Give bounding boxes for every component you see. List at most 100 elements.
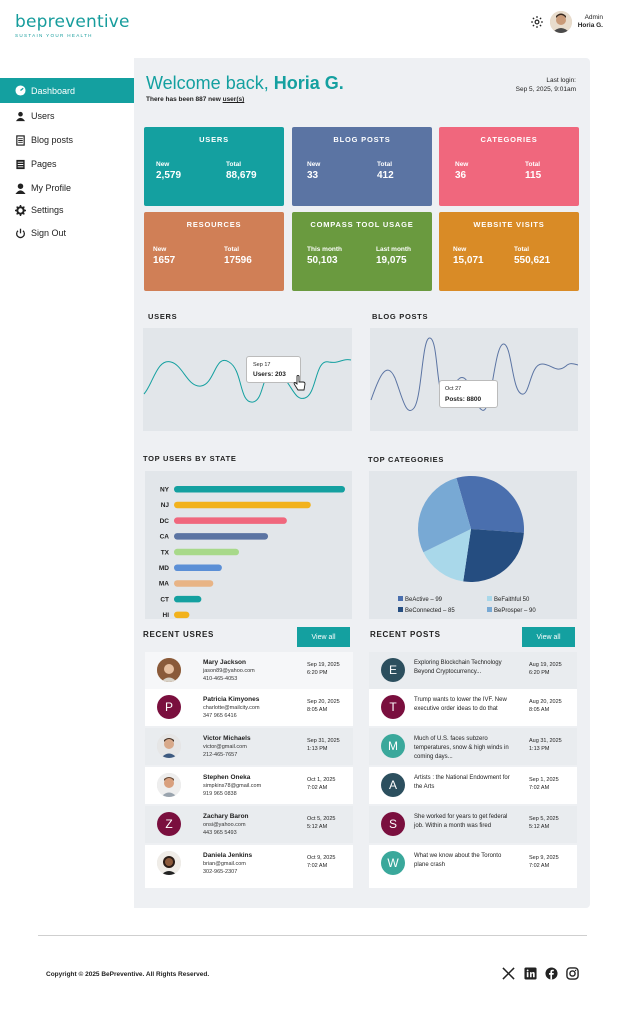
user-email: brian@gmail.com — [203, 861, 246, 867]
list-item[interactable]: P Patricia Kimyones charlotte@mailcity.c… — [145, 689, 353, 726]
list-item[interactable]: M Much of U.S. faces subzero temperature… — [369, 728, 577, 765]
sidebar-item-users[interactable]: Users — [0, 104, 134, 128]
blog-icon — [15, 134, 26, 146]
user-name: Patricia Kimyones — [203, 696, 260, 703]
sidebar-item-label: My Profile — [31, 183, 72, 193]
stat-card-compass-tool-usage[interactable]: COMPASS TOOL USAGE This month 50,103 Las… — [292, 212, 432, 291]
user-date: Oct 5, 2025 — [307, 816, 336, 822]
instagram-icon[interactable] — [566, 967, 579, 980]
avatar-photo — [157, 773, 181, 797]
gear-icon[interactable] — [530, 15, 544, 29]
facebook-icon[interactable] — [545, 967, 558, 980]
new-users-link[interactable]: user(s) — [223, 96, 245, 103]
user-email: jason89@yahoo.com — [203, 668, 255, 674]
list-item[interactable]: Victor Michaels victor@gmail.com 212-465… — [145, 728, 353, 765]
list-item[interactable]: W What we know about the Toronto plane c… — [369, 845, 577, 888]
categories-pie-svg: BeActive – 99 BeFaithful 50 BeConnected – … — [398, 475, 536, 614]
stat-value: 50,103 — [307, 255, 338, 266]
list-item[interactable]: S She worked for years to get federal jo… — [369, 806, 577, 843]
legend-swatch — [398, 607, 403, 612]
brand-logo[interactable]: bepreventive SUSTAIN YOUR HEALTH — [15, 12, 130, 38]
bar-label: MA — [159, 581, 169, 588]
footer-divider — [38, 935, 587, 936]
user-phone: 302-965-2307 — [203, 869, 238, 875]
bar-label: NY — [160, 487, 170, 494]
list-item[interactable]: E Exploring Blockchain Technology Beyond… — [369, 652, 577, 689]
list-item[interactable]: Mary Jackson jason89@yahoo.com 410-465-4… — [145, 652, 353, 689]
categories-chart[interactable]: BeActive – 99 BeFaithful 50 BeConnected – … — [369, 471, 577, 619]
brand-tagline: SUSTAIN YOUR HEALTH — [15, 33, 93, 38]
user-phone: 443 965 5493 — [203, 830, 237, 836]
user-name: Victor Michaels — [203, 735, 251, 742]
stat-card-title: CATEGORIES — [480, 135, 538, 144]
x-icon[interactable] — [502, 967, 515, 980]
stat-label: New — [455, 161, 469, 168]
stat-label: Last month — [376, 246, 412, 253]
sidebar-item-label: Users — [31, 111, 55, 121]
sidebar-item-blog-posts[interactable]: Blog posts — [0, 128, 134, 152]
avatar-photo — [157, 851, 181, 875]
avatar — [157, 734, 181, 758]
stat-card-users[interactable]: USERS New 2,579 Total 88,679 — [144, 127, 284, 206]
bar-label: CT — [160, 596, 169, 603]
user-date: Sep 20, 2025 — [307, 699, 340, 705]
sidebar-item-settings[interactable]: Settings — [0, 198, 134, 222]
stat-value: 550,621 — [514, 255, 551, 266]
stat-card-title: RESOURCES — [186, 220, 242, 229]
user-date: Sep 19, 2025 — [307, 662, 340, 668]
post-avatar: M — [381, 734, 405, 758]
post-date: Aug 20, 2025 — [529, 699, 562, 705]
tooltip-date: Sep 17 — [253, 362, 271, 368]
stat-label: Total — [377, 161, 393, 168]
list-item[interactable]: A Artists : the National Endowment for t… — [369, 767, 577, 804]
sidebar-item-pages[interactable]: Pages — [0, 152, 134, 176]
sidebar-item-my-profile[interactable]: My Profile — [0, 176, 134, 200]
gear-icon — [15, 204, 26, 216]
stat-card-blog-posts[interactable]: BLOG POSTS New 33 Total 412 — [292, 127, 432, 206]
bar-md — [174, 564, 222, 571]
bar-ca — [174, 533, 269, 540]
stat-card-title: USERS — [199, 135, 229, 144]
post-time: 7:02 AM — [529, 785, 550, 791]
recent-users-view-all-button[interactable]: View all — [297, 627, 350, 647]
stat-card-title: BLOG POSTS — [333, 135, 391, 144]
stat-label: Total — [224, 246, 240, 253]
hand-cursor-icon — [293, 375, 306, 391]
list-item[interactable]: T Trump wants to lower the IVF. New exec… — [369, 689, 577, 726]
users-chart[interactable]: Sep 17 Users: 203 — [143, 328, 352, 431]
tooltip-value: Posts: 8800 — [445, 396, 482, 403]
stat-card-categories[interactable]: CATEGORIES New 36 Total 115 — [439, 127, 579, 206]
list-item[interactable]: Z Zachary Baron onsi@yahoo.com 443 965 5… — [145, 806, 353, 843]
stat-card-website-visits[interactable]: WEBSITE VISITS New 15,071 Total 550,621 — [439, 212, 579, 291]
post-title: Artists : the National Endowment for the… — [414, 775, 510, 790]
linkedin-icon[interactable] — [524, 967, 537, 980]
dashboard-icon — [15, 85, 26, 96]
list-item[interactable]: Stephen Oneka simpkins78@gmail.com 919 9… — [145, 767, 353, 804]
post-date: Sep 9, 2025 — [529, 855, 559, 861]
bar-tx — [174, 548, 239, 556]
avatar: P — [157, 695, 181, 719]
page-title: Welcome back, Horia G. — [146, 73, 344, 94]
stat-value: 115 — [525, 170, 542, 181]
legend-label: BeFaithful 50 — [494, 597, 530, 603]
sidebar-item-sign-out[interactable]: Sign Out — [0, 221, 134, 245]
stat-card-title: WEBSITE VISITS — [473, 220, 545, 229]
blog-chart[interactable]: Oct 27 Posts: 8800 — [370, 328, 579, 431]
admin-avatar[interactable] — [550, 11, 572, 33]
admin-role: Admin — [584, 14, 603, 21]
legend-swatch — [487, 607, 492, 612]
avatar: Z — [157, 812, 181, 836]
stat-label: Total — [514, 246, 530, 253]
stat-value: 88,679 — [226, 170, 257, 181]
new-users-text: There has been 887 new — [146, 96, 223, 103]
recent-posts-view-all-button[interactable]: View all — [522, 627, 575, 647]
legend-label: BeConnected – 85 — [405, 608, 455, 614]
sidebar-item-dashboard[interactable]: Dashboard — [0, 78, 134, 103]
stat-card-resources[interactable]: RESOURCES New 1657 Total 17596 — [144, 212, 284, 291]
list-item[interactable]: Daniela Jenkins brian@gmail.com 302-965-… — [145, 845, 353, 888]
user-time: 6:20 PM — [307, 670, 328, 676]
states-chart[interactable]: NY NJ DC CA TX MD MA CT HI — [145, 471, 352, 619]
post-time: 8:05 AM — [529, 707, 550, 713]
bar-label: TX — [161, 549, 170, 556]
bar-ct — [174, 595, 202, 603]
